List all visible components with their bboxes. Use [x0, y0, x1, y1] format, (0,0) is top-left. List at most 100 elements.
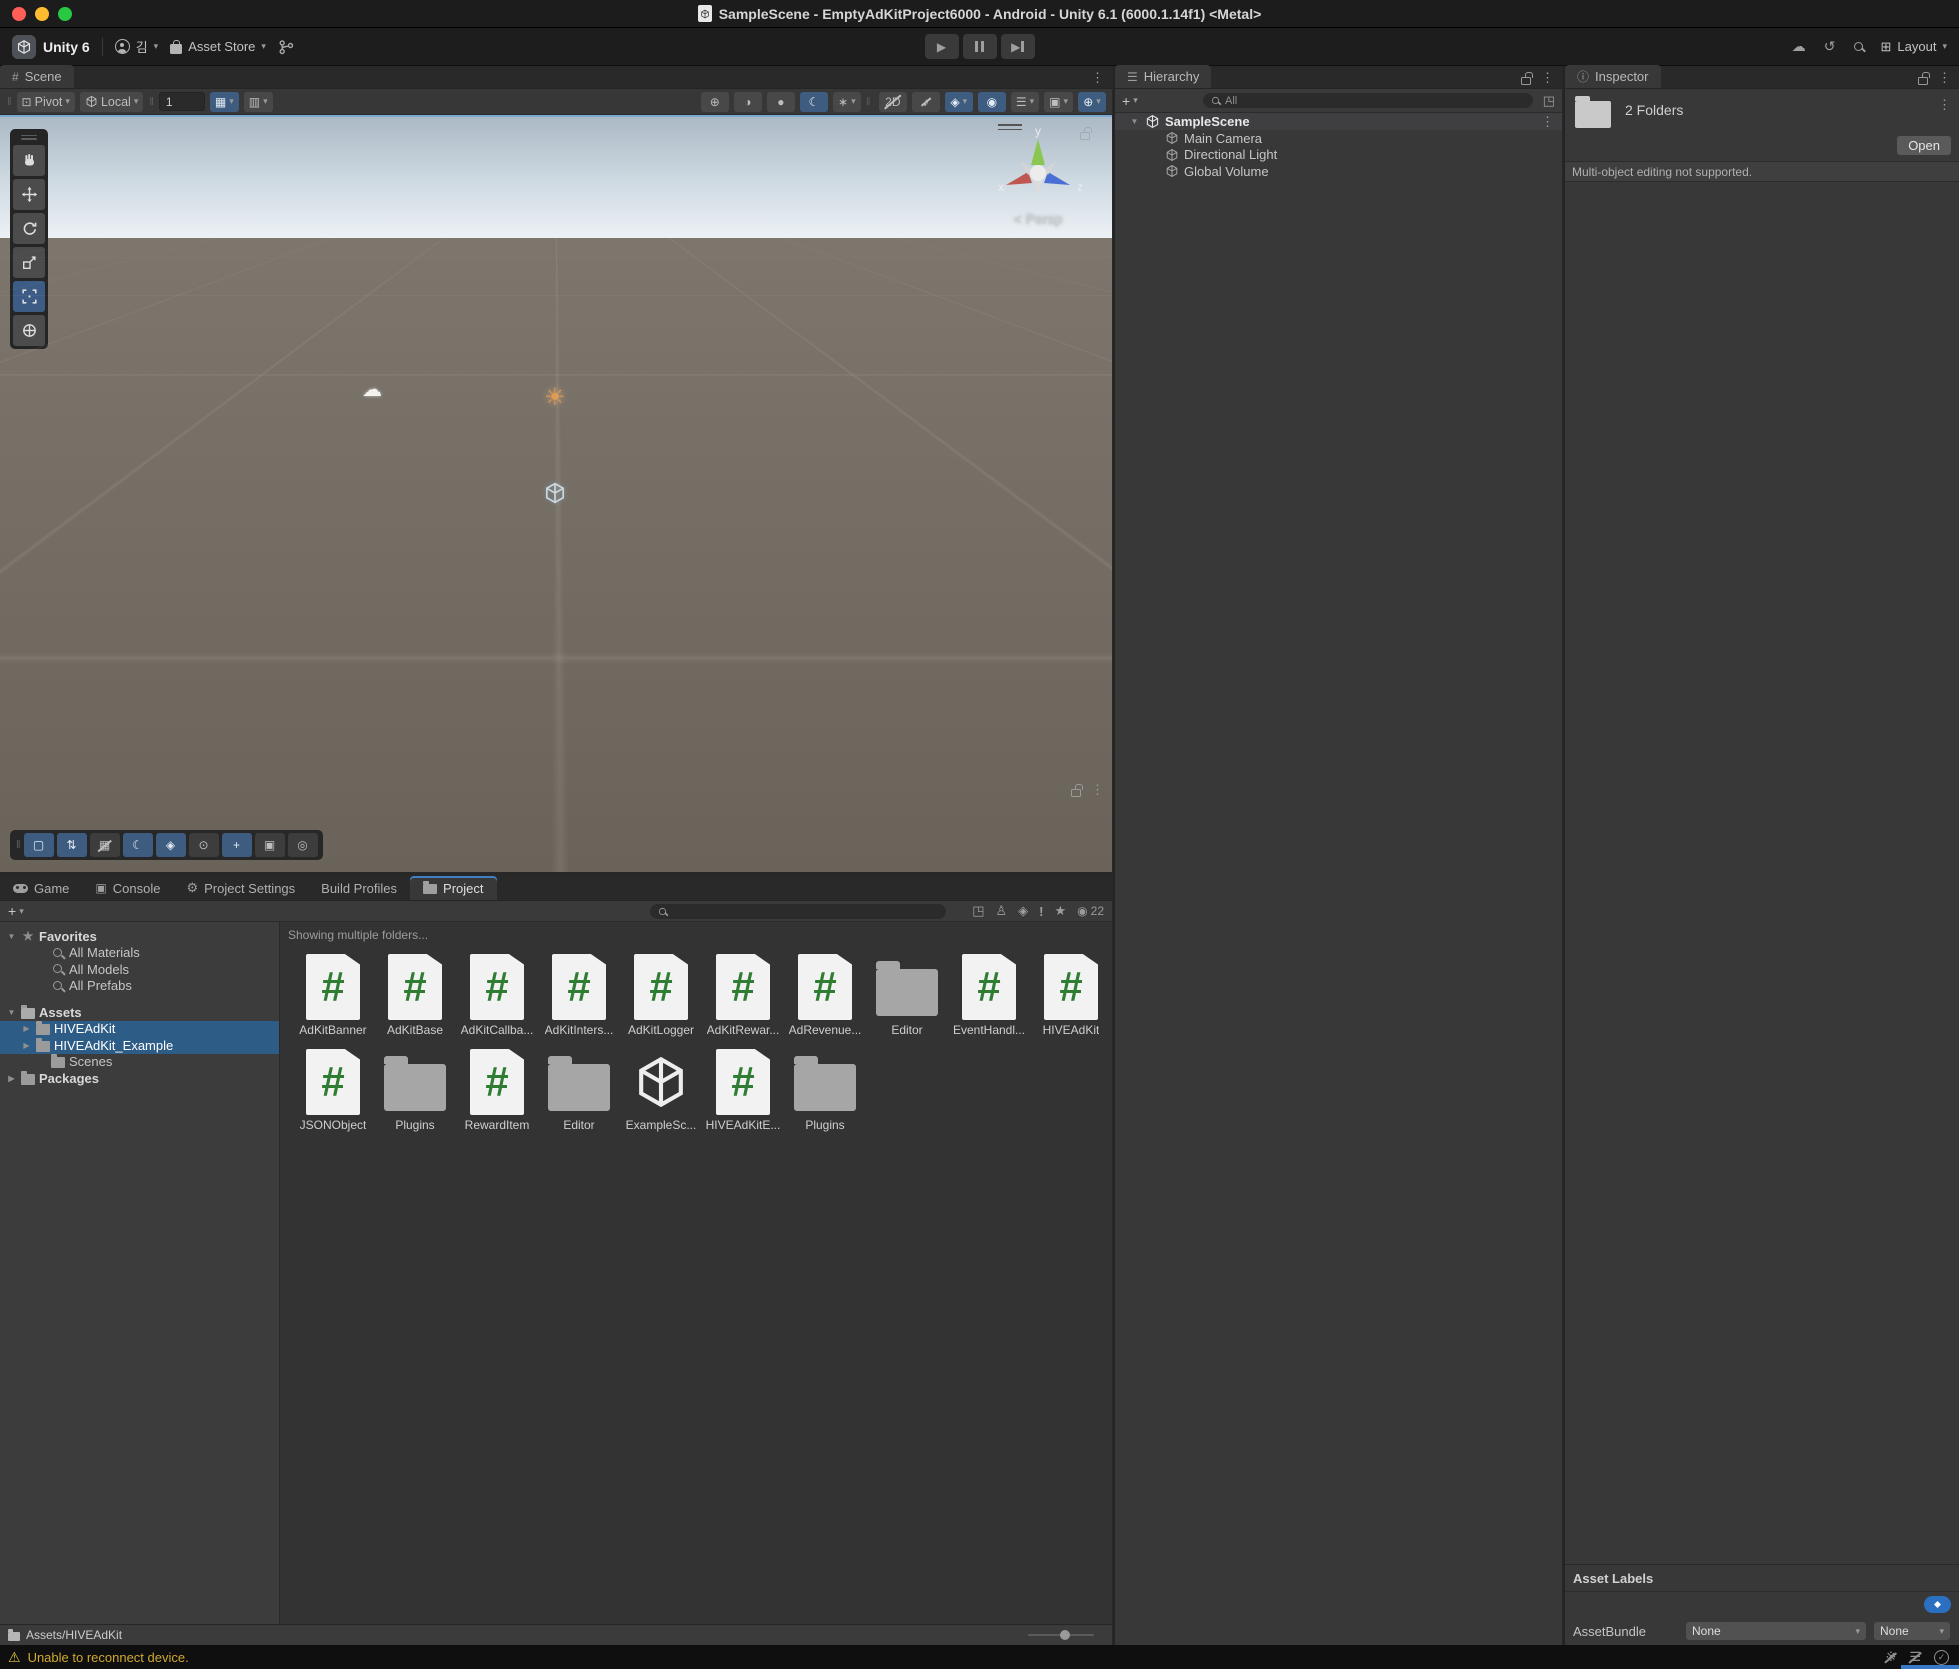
create-object-button[interactable]: +▾ [1122, 93, 1138, 109]
panel-menu-icon[interactable]: ⋮ [1541, 70, 1554, 86]
label-filter-icon[interactable]: ◈ [1018, 903, 1028, 919]
unity-hub-button[interactable]: Unity 6 [12, 35, 90, 59]
toolbar-drag-handle[interactable]: ‖ [6, 96, 12, 108]
overlay-drag-handle[interactable]: ‖ [15, 839, 21, 851]
account-menu[interactable]: 김 ▾ [115, 37, 159, 56]
gizmos-button[interactable]: ⊕▾ [1078, 92, 1106, 112]
header-menu-icon[interactable]: ⋮ [1938, 97, 1951, 113]
asset-item[interactable]: # Plugins [374, 1045, 456, 1132]
rect-tool-overlay-button[interactable]: ▢ [24, 833, 54, 857]
expander-icon[interactable] [6, 932, 17, 941]
rotate-tool-button[interactable] [13, 213, 45, 244]
hierarchy-item[interactable]: Main Camera [1115, 130, 1562, 147]
hierarchy-item[interactable]: Global Volume [1115, 163, 1562, 180]
zoom-window-button[interactable] [58, 7, 72, 21]
panel-lock-icon[interactable] [1071, 789, 1081, 797]
asset-item[interactable]: # JSONObject [292, 1045, 374, 1132]
open-new-window-icon[interactable]: ◳ [1543, 93, 1555, 109]
scene-audio-button[interactable]: ♪▾ [912, 92, 940, 112]
bottom-panel-tab[interactable]: Build Profiles [308, 876, 410, 900]
project-tree-item[interactable]: All Models [0, 961, 279, 978]
pivot-mode-button[interactable]: ⊡ Pivot▾ [17, 92, 75, 112]
camera-settings-button[interactable]: ▣▾ [1044, 92, 1073, 112]
project-tree-item[interactable]: All Materials [0, 945, 279, 962]
cloud-services-icon[interactable]: ☁ [1792, 38, 1806, 55]
scene-visibility-button[interactable]: ◉▾ [978, 92, 1006, 112]
minimize-window-button[interactable] [35, 7, 49, 21]
asset-item[interactable]: # EventHandl... [948, 950, 1030, 1037]
hidden-count-toggle[interactable]: ◉ 22 [1077, 904, 1104, 918]
toolbar-drag-handle[interactable]: ‖ [148, 96, 154, 108]
close-window-button[interactable] [12, 7, 26, 21]
asset-item[interactable]: # AdKitLogger [620, 950, 702, 1037]
scene-root-row[interactable]: SampleScene ⋮ [1115, 113, 1562, 130]
open-button[interactable]: Open [1897, 136, 1951, 155]
rect-tool-button[interactable] [13, 281, 45, 312]
hierarchy-search[interactable]: All [1203, 93, 1533, 108]
project-tree-item[interactable]: Assets [0, 1004, 279, 1021]
breadcrumb[interactable]: Assets/HIVEAdKit [26, 1628, 122, 1642]
favorites-filter-icon[interactable]: ★ [1055, 903, 1067, 919]
move-overlay-button[interactable]: + [222, 833, 252, 857]
project-search[interactable] [650, 904, 946, 919]
asset-store-menu[interactable]: Asset Store ▾ [170, 39, 266, 54]
tab-hierarchy[interactable]: ☰ Hierarchy [1115, 65, 1211, 88]
project-tree-item[interactable]: Scenes [0, 1054, 279, 1071]
thumbnail-size-slider[interactable] [1028, 1634, 1094, 1636]
scale-tool-button[interactable] [13, 247, 45, 278]
asset-item[interactable]: # HIVEAdKit [1030, 950, 1112, 1037]
log-filter-icon[interactable]: ! [1039, 904, 1043, 919]
shading-shaded-button[interactable]: ●▾ [767, 92, 795, 112]
shading-shaded-wireframe-button[interactable]: ◑▾ [734, 92, 762, 112]
asset-item[interactable]: # AdKitBase [374, 950, 456, 1037]
background-tasks-icon[interactable]: ✓ [1934, 1650, 1949, 1665]
bottom-panel-tab[interactable]: Project Settings [173, 876, 308, 900]
move-tool-button[interactable] [13, 179, 45, 210]
grid-snap-overlay-button[interactable]: ▦ [90, 833, 120, 857]
search-overlay-button[interactable]: ⊙ [189, 833, 219, 857]
expander-icon[interactable] [6, 1008, 17, 1017]
projection-mode-label[interactable]: < Persp [990, 211, 1086, 227]
tab-inspector[interactable]: ⓘ Inspector [1565, 65, 1661, 88]
grid-size-field[interactable] [159, 92, 205, 111]
expander-icon[interactable] [21, 1024, 32, 1033]
particles-overlay-button[interactable]: ◈ [156, 833, 186, 857]
bottom-panel-tab[interactable]: Project [410, 876, 496, 900]
orientation-gizmo[interactable]: y x z < Persp [990, 123, 1086, 227]
version-control-icon[interactable] [278, 39, 294, 55]
scene-viewport[interactable]: ☀ ☁ y x z < Persp ‖ [0, 115, 1112, 872]
hand-tool-button[interactable] [13, 145, 45, 176]
undo-history-icon[interactable]: ↺ [1824, 38, 1836, 55]
asset-item[interactable]: # HIVEAdKitE... [702, 1045, 784, 1132]
project-tree-item[interactable]: HIVEAdKit_Example [0, 1037, 279, 1054]
transform-tool-button[interactable] [13, 315, 45, 346]
navigation-overlay-button[interactable]: ◎ [288, 833, 318, 857]
overlays-button[interactable]: ☰▾ [1011, 92, 1039, 112]
grid-visibility-button[interactable]: ▦▾ [210, 92, 239, 112]
project-tree-item[interactable]: HIVEAdKit [0, 1021, 279, 1038]
snap-settings-button[interactable]: ▥▾ [244, 92, 273, 112]
scene-lighting-button[interactable]: ☾▾ [800, 92, 828, 112]
debugger-detached-icon[interactable]: ※ [1885, 1649, 1896, 1665]
camera-preview-overlay-button[interactable]: ▣ [255, 833, 285, 857]
handle-rotation-button[interactable]: Local▾ [80, 92, 143, 112]
scene-menu-icon[interactable]: ⋮ [1541, 114, 1554, 130]
2d-view-button[interactable]: 2D▾ [879, 92, 907, 112]
directional-light-gizmo[interactable]: ☁ [362, 377, 382, 402]
asset-item[interactable]: # AdKitInters... [538, 950, 620, 1037]
bottom-panel-tab[interactable]: Console [82, 876, 173, 900]
asset-item[interactable]: # AdKitRewar... [702, 950, 784, 1037]
expander-icon[interactable] [6, 1074, 17, 1083]
lighting-overlay-button[interactable]: ☾ [123, 833, 153, 857]
asset-item[interactable]: # ExampleSc... [620, 1045, 702, 1132]
expander-icon[interactable] [1129, 117, 1140, 126]
search-icon[interactable] [1854, 42, 1863, 51]
panel-menu-icon[interactable]: ⋮ [1091, 782, 1104, 798]
rendering-debug-button[interactable]: ◈▾ [945, 92, 973, 112]
pause-button[interactable] [963, 34, 997, 59]
expander-icon[interactable] [21, 1041, 32, 1050]
project-tree-item[interactable]: All Prefabs [0, 978, 279, 995]
inspector-lock-icon[interactable] [1918, 77, 1928, 85]
asset-item[interactable]: # RewardItem [456, 1045, 538, 1132]
panel-lock-icon[interactable] [1521, 77, 1531, 85]
